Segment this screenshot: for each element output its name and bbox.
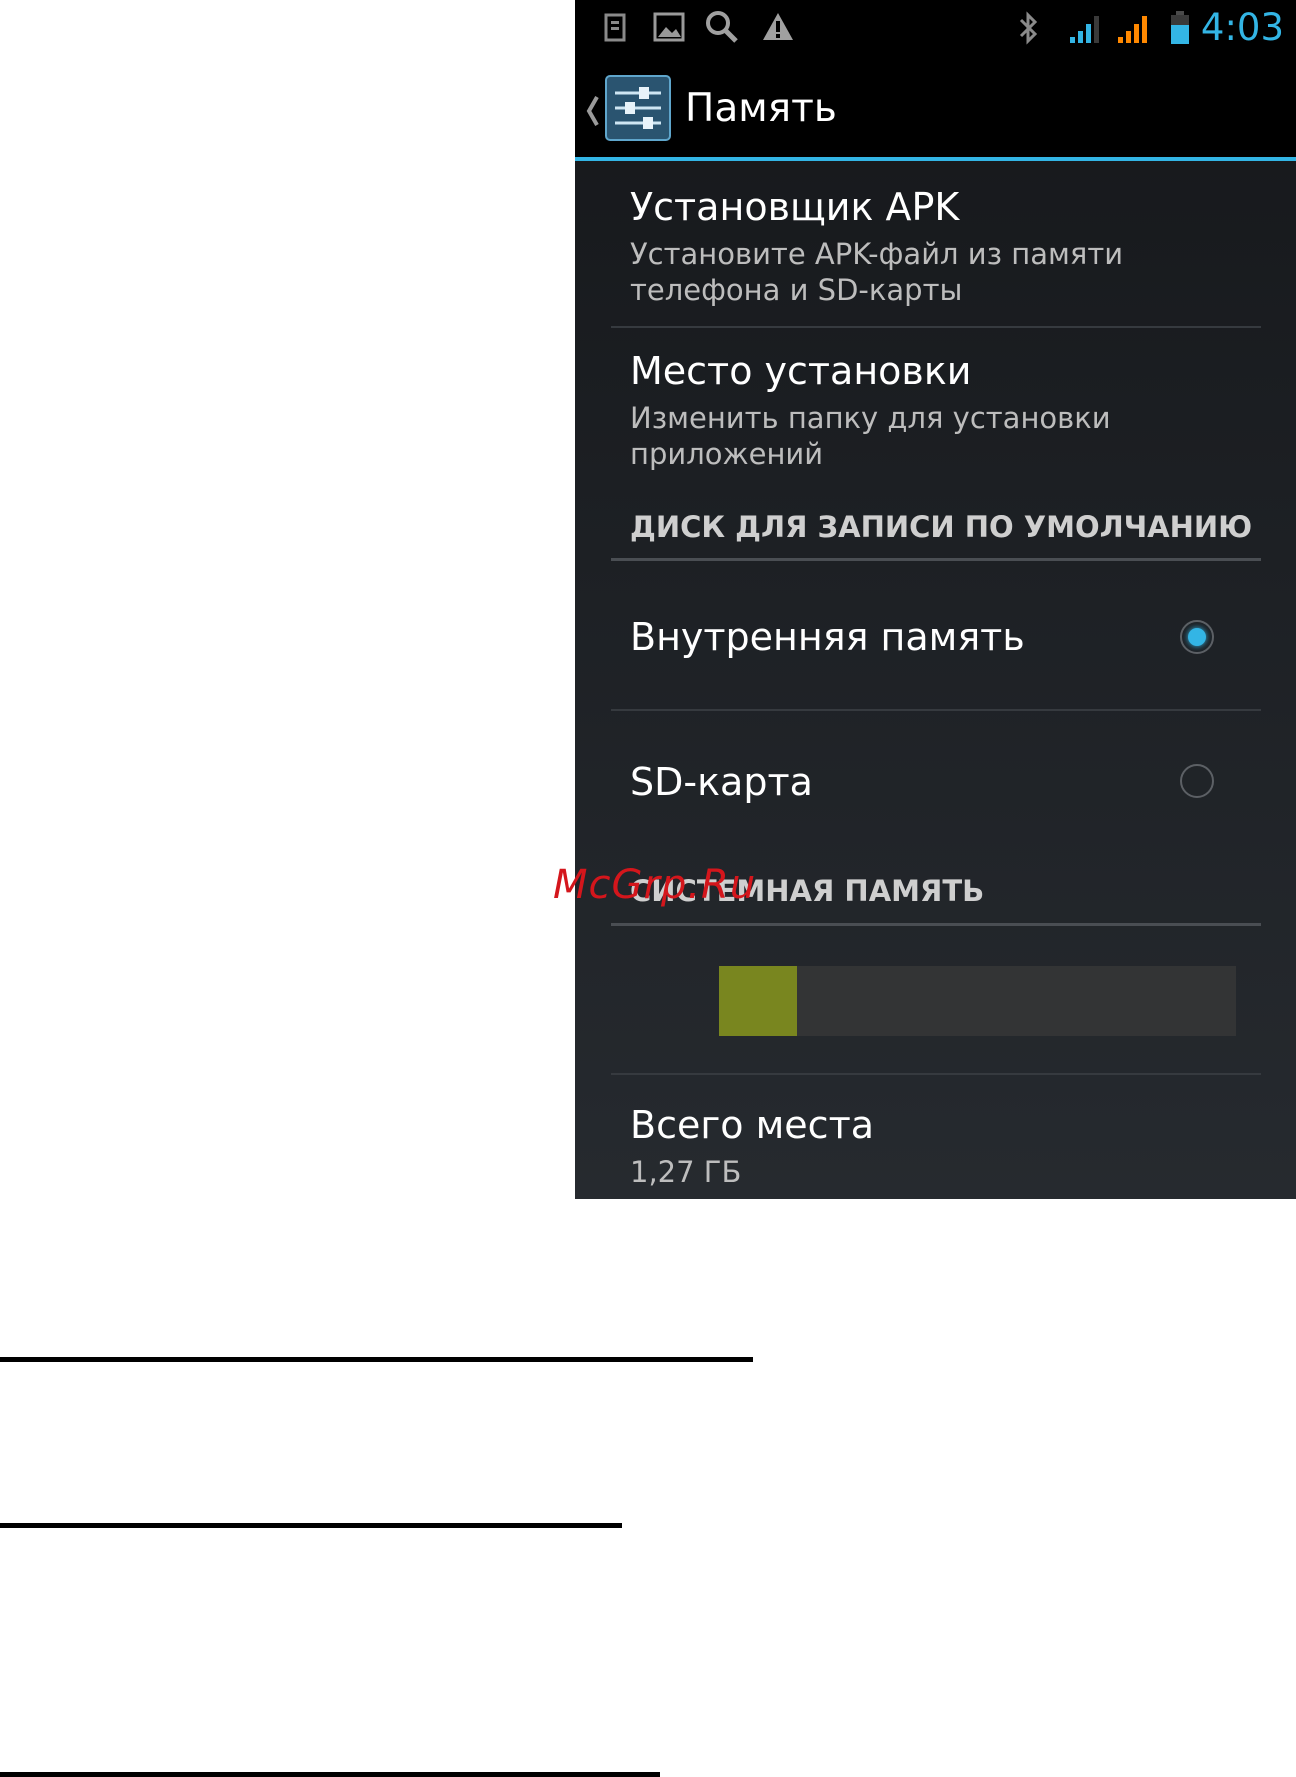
signal-icon [1115,10,1151,50]
battery-icon [1169,10,1191,50]
pref-title: Установщик APK [630,185,960,229]
pref-summary: Изменить папку для установки приложений [630,401,1111,471]
fill-in-line [0,1357,753,1362]
pref-title: Всего места [630,1103,874,1147]
memory-usage-bar [719,966,1236,1036]
memory-usage-fill [719,966,797,1036]
fill-in-line [0,1523,622,1528]
sim-card-icon [603,10,627,48]
pref-install-location[interactable]: Место установки Изменить папку для устан… [630,348,1256,472]
pref-title: Место установки [630,349,972,393]
option-label: SD-карта [630,760,813,804]
clock: 4:03 [1200,6,1284,49]
bluetooth-icon [1015,10,1041,50]
divider [611,709,1261,711]
warning-icon [761,10,795,48]
settings-app-icon[interactable] [605,75,671,145]
option-label: Внутренняя память [630,615,1025,659]
pref-total-space: Всего места 1,27 ГБ [630,1102,1256,1190]
divider [611,1073,1261,1075]
watermark: McGrp.Ru [553,862,757,908]
pref-summary: Установите APK-файл из памяти телефона и… [630,237,1124,307]
action-bar: Память [575,57,1296,161]
section-divider [611,923,1261,926]
action-bar-divider [575,157,1296,161]
pref-apk-installer[interactable]: Установщик APK Установите APK-файл из па… [630,184,1256,308]
status-bar: 4:03 [575,0,1296,58]
pref-summary: 1,27 ГБ [630,1155,742,1189]
radio-option-internal-memory[interactable]: Внутренняя память [630,614,1256,660]
image-icon [653,10,685,48]
signal-icon [1067,10,1103,50]
fill-in-line [0,1772,660,1777]
back-icon[interactable] [583,93,601,133]
radio-option-sd-card[interactable]: SD-карта [630,759,1256,805]
section-divider [611,558,1261,561]
divider [611,326,1261,328]
radio-button-internal-memory[interactable] [1180,620,1214,654]
phone-screenshot: 4:03 Память Установщик APK Установите AP… [575,0,1296,1199]
section-header-default-disk: ДИСК ДЛЯ ЗАПИСИ ПО УМОЛЧАНИЮ [630,510,1253,544]
search-icon [705,10,739,48]
page-title: Память [685,86,837,131]
radio-button-sd-card[interactable] [1180,764,1214,798]
